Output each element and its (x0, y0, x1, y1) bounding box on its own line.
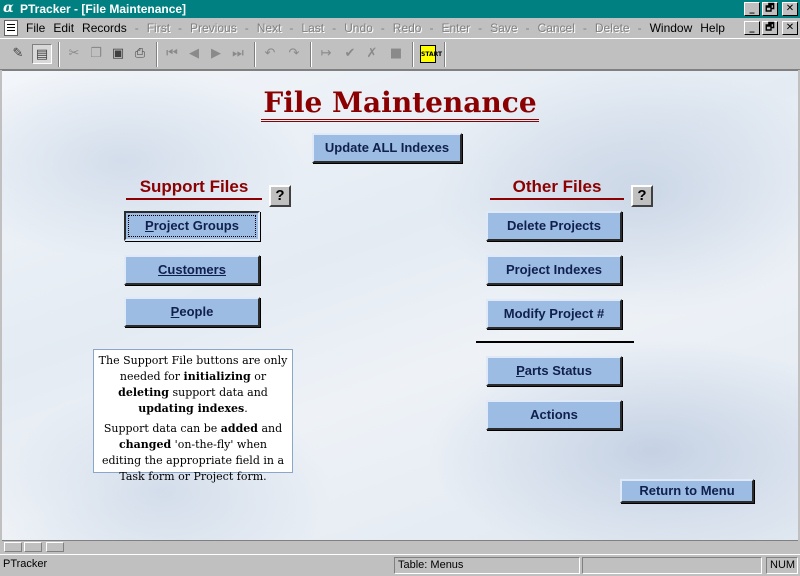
menu-redo[interactable]: Redo (393, 21, 422, 35)
record-navigation-bar (2, 540, 798, 554)
actions-button[interactable]: Actions (486, 400, 622, 430)
document-icon[interactable] (4, 20, 18, 36)
menu-window[interactable]: Window (650, 21, 693, 35)
menu-separator: - (289, 21, 294, 35)
return-to-menu-button[interactable]: Return to Menu (620, 479, 754, 503)
stop-icon[interactable]: ■ (386, 44, 406, 64)
start-icon[interactable]: START (420, 45, 442, 63)
form-view-icon[interactable]: ▤ (32, 44, 52, 64)
toolbar-separator (444, 42, 446, 67)
minimize-button[interactable]: _ (744, 2, 760, 16)
menu-last[interactable]: Last (301, 21, 324, 35)
menu-delete[interactable]: Delete (595, 21, 630, 35)
menu-records[interactable]: Records (82, 21, 127, 35)
print-icon[interactable]: ⎙ (130, 44, 150, 64)
toolbar: ✎ ▤ ✂ ❐ ▣ ⎙ ⏮ ◀ ▶ ⏭ ↶ ↷ ↦ ✔ ✗ ■ START (0, 38, 800, 70)
window-title: PTracker - [File Maintenance] (20, 2, 187, 16)
last-record-icon[interactable]: ⏭ (228, 44, 248, 64)
menu-separator: - (380, 21, 385, 35)
menu-next[interactable]: Next (257, 21, 282, 35)
menu-separator: - (134, 21, 139, 35)
info-paragraph-1: The Support File buttons are only needed… (98, 354, 288, 415)
child-close-button[interactable]: ✕ (782, 21, 798, 35)
menu-edit[interactable]: Edit (53, 21, 74, 35)
menu-first[interactable]: First (147, 21, 170, 35)
customers-button[interactable]: Customers (124, 255, 260, 285)
design-icon[interactable]: ✎ (8, 44, 28, 64)
info-paragraph-2: Support data can be added and changed 'o… (101, 422, 285, 483)
menu-separator: - (178, 21, 183, 35)
save-icon[interactable]: ✔ (340, 44, 360, 64)
menu-file[interactable]: File (26, 21, 45, 35)
first-record-icon[interactable]: ⏮ (162, 44, 182, 64)
copy-icon[interactable]: ❐ (86, 44, 106, 64)
toolbar-separator (310, 42, 312, 67)
child-minimize-button[interactable]: _ (744, 21, 760, 35)
window-title-bar[interactable]: α PTracker - [File Maintenance] _ 🗗 ✕ (0, 0, 800, 18)
previous-record-icon[interactable]: ◀ (184, 44, 204, 64)
app-alpha-icon[interactable]: α (3, 1, 17, 15)
section-divider (476, 341, 634, 343)
update-all-indexes-button[interactable]: Update ALL Indexes (312, 133, 462, 163)
menu-separator: - (332, 21, 337, 35)
menu-undo[interactable]: Undo (344, 21, 373, 35)
cut-icon[interactable]: ✂ (64, 44, 84, 64)
menu-previous[interactable]: Previous (190, 21, 237, 35)
status-bar: PTracker Table: Menus NUM (0, 554, 800, 576)
undo-icon[interactable]: ↶ (260, 44, 280, 64)
toolbar-separator (58, 42, 60, 67)
modify-project-number-button[interactable]: Modify Project # (486, 299, 622, 329)
restore-button[interactable]: 🗗 (762, 2, 778, 16)
menu-bar: File Edit Records - First - Previous - N… (0, 18, 800, 38)
menu-save[interactable]: Save (490, 21, 517, 35)
page-title: File Maintenance (2, 86, 798, 122)
menu-enter[interactable]: Enter (441, 21, 470, 35)
menu-separator: - (582, 21, 587, 35)
close-button[interactable]: ✕ (782, 2, 798, 16)
other-files-heading: Other Files (490, 177, 624, 200)
support-files-help-button[interactable]: ? (269, 185, 291, 207)
paste-icon[interactable]: ▣ (108, 44, 128, 64)
record-nav-cell[interactable] (4, 542, 22, 552)
status-table-name: Table: Menus (394, 557, 580, 574)
menu-help[interactable]: Help (700, 21, 725, 35)
toolbar-separator (412, 42, 414, 67)
menu-separator: - (244, 21, 249, 35)
toolbar-separator (156, 42, 158, 67)
next-record-icon[interactable]: ▶ (206, 44, 226, 64)
menu-separator: - (525, 21, 530, 35)
menu-separator: - (637, 21, 642, 35)
support-files-info-box: The Support File buttons are only needed… (93, 349, 293, 483)
record-nav-cell[interactable] (24, 542, 42, 552)
project-groups-button[interactable]: Project Groups (124, 211, 260, 241)
parts-status-button[interactable]: Parts Status (486, 356, 622, 386)
cancel-icon[interactable]: ✗ (362, 44, 382, 64)
status-app-name: PTracker (3, 558, 48, 570)
people-button[interactable]: People (124, 297, 260, 327)
menu-separator: - (478, 21, 483, 35)
menu-separator: - (429, 21, 434, 35)
project-indexes-button[interactable]: Project Indexes (486, 255, 622, 285)
record-nav-cell[interactable] (46, 542, 64, 552)
status-pane-empty (582, 557, 762, 574)
enter-icon[interactable]: ↦ (316, 44, 336, 64)
file-maintenance-form: File Maintenance Update ALL Indexes Supp… (2, 70, 798, 540)
other-files-help-button[interactable]: ? (631, 185, 653, 207)
menu-cancel[interactable]: Cancel (538, 21, 575, 35)
child-restore-button[interactable]: 🗗 (762, 21, 778, 35)
toolbar-separator (254, 42, 256, 67)
delete-projects-button[interactable]: Delete Projects (486, 211, 622, 241)
status-num-lock: NUM (766, 557, 798, 574)
support-files-heading: Support Files (126, 177, 262, 200)
redo-icon[interactable]: ↷ (284, 44, 304, 64)
